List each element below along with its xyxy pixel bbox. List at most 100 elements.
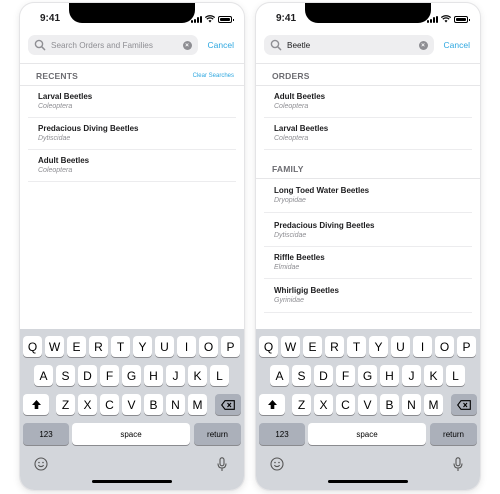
emoji-icon[interactable] xyxy=(270,457,284,471)
backspace-key[interactable] xyxy=(215,394,241,415)
key-c[interactable]: C xyxy=(336,394,355,415)
numbers-key[interactable]: 123 xyxy=(23,423,69,445)
recent-item-predacious-diving-beetles[interactable]: Predacious Diving Beetles Dytiscidae xyxy=(20,117,244,149)
key-m[interactable]: M xyxy=(188,394,207,415)
cellular-signal-icon xyxy=(191,15,202,23)
key-d[interactable]: D xyxy=(314,365,333,386)
clear-text-icon[interactable]: × xyxy=(418,40,428,50)
key-v[interactable]: V xyxy=(358,394,377,415)
key-i[interactable]: I xyxy=(177,336,196,357)
key-d[interactable]: D xyxy=(78,365,97,386)
key-u[interactable]: U xyxy=(155,336,174,357)
search-field[interactable]: Search Orders and Families × xyxy=(28,35,198,55)
key-b[interactable]: B xyxy=(380,394,399,415)
microphone-icon[interactable] xyxy=(453,457,463,472)
key-h[interactable]: H xyxy=(144,365,163,386)
key-m[interactable]: M xyxy=(424,394,443,415)
item-title: Adult Beetles xyxy=(38,156,90,165)
key-v[interactable]: V xyxy=(122,394,141,415)
wifi-icon xyxy=(205,15,215,23)
key-q[interactable]: Q xyxy=(23,336,42,357)
backspace-icon xyxy=(221,399,235,410)
key-e[interactable]: E xyxy=(67,336,86,357)
key-e[interactable]: E xyxy=(303,336,322,357)
item-subtitle: Dytiscidae xyxy=(38,135,71,142)
item-subtitle: Dryopidae xyxy=(274,197,306,204)
key-n[interactable]: N xyxy=(166,394,185,415)
family-header-label: FAMILY xyxy=(272,164,304,174)
key-x[interactable]: X xyxy=(314,394,333,415)
key-q[interactable]: Q xyxy=(259,336,278,357)
key-l[interactable]: L xyxy=(210,365,229,386)
key-r[interactable]: R xyxy=(89,336,108,357)
return-key[interactable]: return xyxy=(430,423,477,445)
order-item-larval-beetles[interactable]: Larval Beetles Coleoptera xyxy=(256,117,480,149)
key-g[interactable]: G xyxy=(358,365,377,386)
key-y[interactable]: Y xyxy=(133,336,152,357)
key-x[interactable]: X xyxy=(78,394,97,415)
key-p[interactable]: P xyxy=(457,336,476,357)
microphone-icon[interactable] xyxy=(217,457,227,472)
shift-key[interactable] xyxy=(23,394,49,415)
recent-item-adult-beetles[interactable]: Adult Beetles Coleoptera xyxy=(20,149,244,181)
key-a[interactable]: A xyxy=(34,365,53,386)
key-i[interactable]: I xyxy=(413,336,432,357)
key-c[interactable]: C xyxy=(100,394,119,415)
key-o[interactable]: O xyxy=(435,336,454,357)
battery-icon xyxy=(218,16,234,23)
emoji-icon[interactable] xyxy=(34,457,48,471)
search-row: Beetle × Cancel xyxy=(264,35,472,55)
key-h[interactable]: H xyxy=(380,365,399,386)
search-field[interactable]: Beetle × xyxy=(264,35,434,55)
key-j[interactable]: J xyxy=(166,365,185,386)
key-t[interactable]: T xyxy=(111,336,130,357)
key-y[interactable]: Y xyxy=(369,336,388,357)
key-r[interactable]: R xyxy=(325,336,344,357)
family-header: FAMILY xyxy=(272,164,470,174)
family-item-long-toed-water-beetles[interactable]: Long Toed Water Beetles Dryopidae xyxy=(256,178,480,212)
order-item-adult-beetles[interactable]: Adult Beetles Coleoptera xyxy=(256,85,480,117)
key-w[interactable]: W xyxy=(281,336,300,357)
key-p[interactable]: P xyxy=(221,336,240,357)
key-l[interactable]: L xyxy=(446,365,465,386)
key-b[interactable]: B xyxy=(144,394,163,415)
space-key[interactable]: space xyxy=(72,423,190,445)
family-item-predacious-diving-beetles[interactable]: Predacious Diving Beetles Dytiscidae xyxy=(256,212,480,246)
cellular-signal-icon xyxy=(427,15,438,23)
header-divider xyxy=(20,63,244,64)
recents-header-label: RECENTS xyxy=(36,71,79,81)
family-item-whirligig-beetles[interactable]: Whirligig Beetles Gyrinidae xyxy=(256,278,480,312)
cancel-button[interactable]: Cancel xyxy=(444,40,470,50)
key-a[interactable]: A xyxy=(270,365,289,386)
key-t[interactable]: T xyxy=(347,336,366,357)
recent-item-larval-beetles[interactable]: Larval Beetles Coleoptera xyxy=(20,85,244,117)
item-title: Adult Beetles xyxy=(274,92,326,101)
backspace-icon xyxy=(457,399,471,410)
shift-key[interactable] xyxy=(259,394,285,415)
backspace-key[interactable] xyxy=(451,394,477,415)
item-title: Long Toed Water Beetles xyxy=(274,186,370,195)
key-k[interactable]: K xyxy=(188,365,207,386)
family-item-riffle-beetles[interactable]: Riffle Beetles Elmidae xyxy=(256,246,480,278)
key-s[interactable]: S xyxy=(56,365,75,386)
device-notch xyxy=(69,3,195,23)
clear-searches-button[interactable]: Clear Searches xyxy=(193,73,234,79)
key-n[interactable]: N xyxy=(402,394,421,415)
key-o[interactable]: O xyxy=(199,336,218,357)
return-key[interactable]: return xyxy=(194,423,241,445)
key-f[interactable]: F xyxy=(336,365,355,386)
key-f[interactable]: F xyxy=(100,365,119,386)
key-z[interactable]: Z xyxy=(56,394,75,415)
key-k[interactable]: K xyxy=(424,365,443,386)
key-u[interactable]: U xyxy=(391,336,410,357)
key-j[interactable]: J xyxy=(402,365,421,386)
key-w[interactable]: W xyxy=(45,336,64,357)
key-z[interactable]: Z xyxy=(292,394,311,415)
key-g[interactable]: G xyxy=(122,365,141,386)
item-subtitle: Coleoptera xyxy=(38,167,73,174)
key-s[interactable]: S xyxy=(292,365,311,386)
clear-text-icon[interactable]: × xyxy=(182,40,192,50)
space-key[interactable]: space xyxy=(308,423,426,445)
numbers-key[interactable]: 123 xyxy=(259,423,305,445)
cancel-button[interactable]: Cancel xyxy=(208,40,234,50)
